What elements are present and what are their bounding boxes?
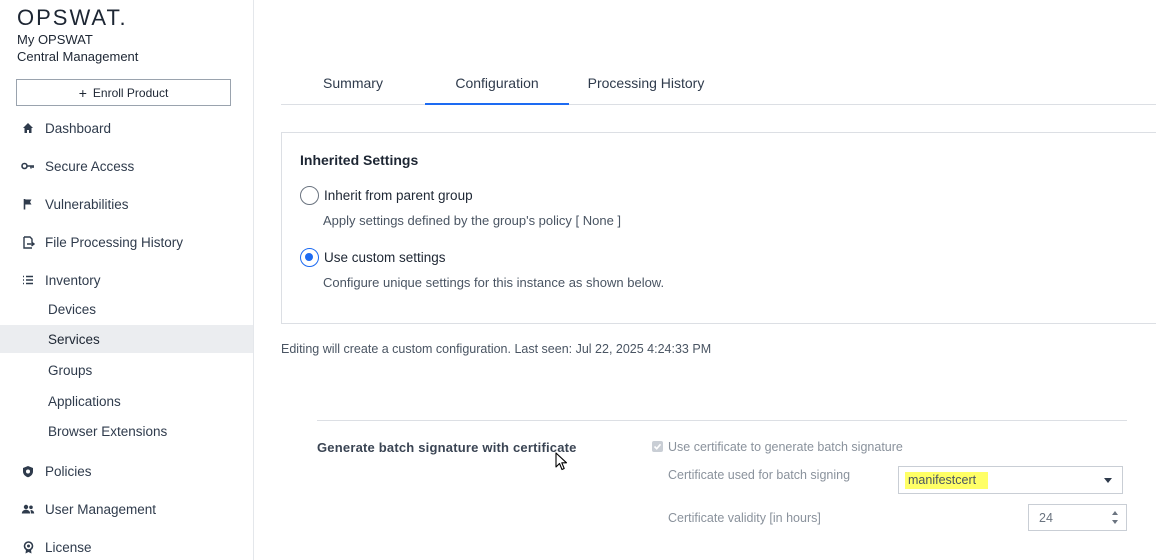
- sidebar-item-file-processing-history[interactable]: File Processing History: [0, 228, 253, 256]
- plus-icon: +: [78, 84, 87, 101]
- tab-configuration[interactable]: Configuration: [425, 62, 569, 105]
- sidebar-item-label: Policies: [45, 463, 92, 479]
- custom-settings-radio-description: Configure unique settings for this insta…: [323, 275, 665, 290]
- sidebar: OPSWAT. My OPSWAT Central Management + E…: [0, 0, 254, 560]
- sidebar-subitem-services[interactable]: Services: [0, 325, 253, 353]
- tab-bar: Summary Configuration Processing History: [281, 62, 1156, 105]
- shield-icon: [21, 464, 35, 478]
- sidebar-subitem-label: Browser Extensions: [48, 423, 168, 439]
- list-icon: [21, 273, 35, 287]
- file-processing-icon: [21, 235, 35, 249]
- opswat-logo[interactable]: OPSWAT.: [17, 5, 128, 31]
- decrement-icon[interactable]: [1112, 520, 1118, 524]
- validity-field-label: Certificate validity [in hours]: [668, 511, 821, 525]
- inherit-radio[interactable]: [300, 186, 319, 205]
- certificate-select[interactable]: manifestcert: [898, 466, 1123, 494]
- inherit-radio-description: Apply settings defined by the group's po…: [323, 213, 622, 228]
- key-icon: [21, 159, 35, 173]
- flag-icon: [21, 197, 35, 211]
- inherited-settings-panel: Inherited Settings Inherit from parent g…: [281, 132, 1156, 324]
- edit-note: Editing will create a custom configurati…: [281, 342, 712, 356]
- validity-value: 24: [1039, 511, 1053, 525]
- badge-icon: [21, 540, 35, 554]
- home-icon: [21, 121, 35, 135]
- sidebar-item-label: Inventory: [45, 272, 101, 288]
- sidebar-item-label: Vulnerabilities: [45, 196, 129, 212]
- certificate-field-label: Certificate used for batch signing: [668, 468, 851, 482]
- inherit-radio-label[interactable]: Inherit from parent group: [324, 188, 473, 203]
- sidebar-subitem-label: Devices: [48, 301, 97, 317]
- sidebar-subitem-browser-extensions[interactable]: Browser Extensions: [0, 417, 253, 445]
- sidebar-item-vulnerabilities[interactable]: Vulnerabilities: [0, 190, 253, 218]
- use-certificate-checkbox-label[interactable]: Use certificate to generate batch signat…: [668, 440, 903, 454]
- sidebar-item-label: Secure Access: [45, 158, 135, 174]
- sidebar-item-user-management[interactable]: User Management: [0, 495, 253, 523]
- custom-settings-radio[interactable]: [300, 248, 319, 267]
- sidebar-item-license[interactable]: License: [0, 533, 253, 560]
- certificate-select-value: manifestcert: [905, 472, 989, 489]
- app-name: My OPSWAT Central Management: [17, 31, 138, 65]
- sidebar-subitem-label: Services: [48, 331, 100, 347]
- section-divider: [317, 420, 1127, 421]
- chevron-down-icon: [1104, 478, 1112, 483]
- tab-processing-history[interactable]: Processing History: [569, 62, 723, 104]
- sidebar-subitem-applications[interactable]: Applications: [0, 387, 253, 415]
- sidebar-item-label: File Processing History: [45, 234, 184, 250]
- sidebar-item-secure-access[interactable]: Secure Access: [0, 152, 253, 180]
- sidebar-item-label: License: [45, 539, 92, 555]
- sidebar-item-dashboard[interactable]: Dashboard: [0, 114, 253, 142]
- enroll-product-label: Enroll Product: [92, 85, 169, 100]
- mouse-cursor-icon: [555, 452, 568, 471]
- sidebar-subitem-groups[interactable]: Groups: [0, 356, 253, 384]
- users-icon: [21, 502, 35, 516]
- batch-signature-section-label: Generate batch signature with certificat…: [317, 440, 577, 455]
- sidebar-item-label: Dashboard: [45, 120, 112, 136]
- sidebar-item-policies[interactable]: Policies: [0, 457, 253, 485]
- sidebar-subitem-label: Groups: [48, 362, 93, 378]
- validity-stepper[interactable]: 24: [1028, 504, 1127, 531]
- app-name-line1: My OPSWAT: [17, 32, 93, 47]
- sidebar-item-label: User Management: [45, 501, 157, 517]
- sidebar-subitem-devices[interactable]: Devices: [0, 295, 253, 323]
- use-certificate-checkbox[interactable]: [652, 441, 663, 452]
- increment-icon[interactable]: [1112, 511, 1118, 515]
- enroll-product-button[interactable]: + Enroll Product: [16, 79, 231, 106]
- custom-settings-radio-label[interactable]: Use custom settings: [324, 250, 446, 265]
- sidebar-item-inventory[interactable]: Inventory: [0, 266, 253, 294]
- tab-summary[interactable]: Summary: [281, 62, 425, 104]
- sidebar-subitem-label: Applications: [48, 393, 121, 409]
- panel-title: Inherited Settings: [300, 152, 419, 168]
- app-name-line2: Central Management: [17, 49, 139, 64]
